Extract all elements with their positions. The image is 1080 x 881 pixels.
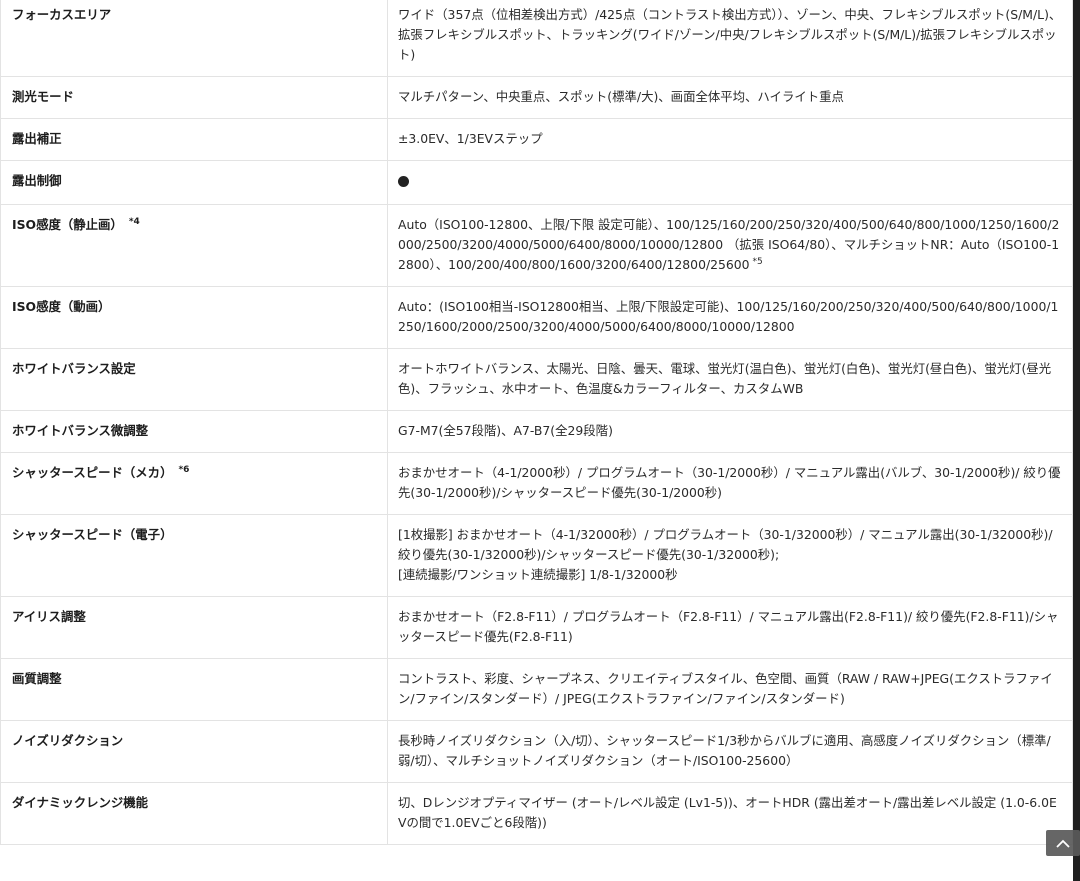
table-row: ダイナミックレンジ機能 切、Dレンジオプティマイザー (オート/レベル設定 (L… xyxy=(0,782,1073,845)
spec-page: フォーカスエリア ワイド（357点（位相差検出方式）/425点（コントラスト検出… xyxy=(0,0,1080,881)
row-value: おまかせオート（F2.8-F11）/ プログラムオート（F2.8-F11）/ マ… xyxy=(387,596,1073,659)
row-value: おまかせオート（4-1/2000秒）/ プログラムオート（30-1/2000秒）… xyxy=(387,452,1073,515)
row-value: Auto（ISO100-12800、上限/下限 設定可能）、100/125/16… xyxy=(387,204,1073,287)
row-value: ワイド（357点（位相差検出方式）/425点（コントラスト検出方式））、ゾーン、… xyxy=(387,0,1073,77)
table-row: 露出補正 ±3.0EV、1/3EVステップ xyxy=(0,118,1073,161)
row-label: ホワイトバランス設定 xyxy=(0,348,388,411)
table-row: 露出制御 xyxy=(0,160,1073,205)
row-label: ISO感度（静止画） *4 xyxy=(0,204,388,287)
row-label: ノイズリダクション xyxy=(0,720,388,783)
row-label: 露出制御 xyxy=(0,160,388,205)
row-value xyxy=(387,160,1073,205)
footnote-marker: *4 xyxy=(128,216,140,227)
scroll-to-top-button[interactable] xyxy=(1046,830,1080,856)
table-row: ISO感度（動画） Auto：(ISO100相当-ISO12800相当、上限/下… xyxy=(0,286,1073,349)
table-row: ホワイトバランス微調整 G7-M7(全57段階)、A7-B7(全29段階) xyxy=(0,410,1073,453)
chevron-up-icon xyxy=(1056,839,1070,848)
row-value: Auto：(ISO100相当-ISO12800相当、上限/下限設定可能)、100… xyxy=(387,286,1073,349)
row-label: ダイナミックレンジ機能 xyxy=(0,782,388,845)
footnote-marker: *6 xyxy=(178,464,190,475)
row-label: 測光モード xyxy=(0,76,388,119)
row-value: ±3.0EV、1/3EVステップ xyxy=(387,118,1073,161)
table-row: ISO感度（静止画） *4 Auto（ISO100-12800、上限/下限 設定可… xyxy=(0,204,1073,287)
row-value: [1枚撮影] おまかせオート（4-1/32000秒）/ プログラムオート（30-… xyxy=(387,514,1073,597)
row-label: ホワイトバランス微調整 xyxy=(0,410,388,453)
scrollbar-track[interactable] xyxy=(1073,0,1080,881)
row-label: アイリス調整 xyxy=(0,596,388,659)
row-value: マルチパターン、中央重点、スポット(標準/大)、画面全体平均、ハイライト重点 xyxy=(387,76,1073,119)
table-row: ノイズリダクション 長秒時ノイズリダクション（入/切）、シャッタースピード1/3… xyxy=(0,720,1073,783)
row-label: ISO感度（動画） xyxy=(0,286,388,349)
footnote-marker: *5 xyxy=(752,256,763,267)
row-value: コントラスト、彩度、シャープネス、クリエイティブスタイル、色空間、画質（RAW … xyxy=(387,658,1073,721)
row-label: シャッタースピード（電子） xyxy=(0,514,388,597)
spec-table: フォーカスエリア ワイド（357点（位相差検出方式）/425点（コントラスト検出… xyxy=(0,0,1073,845)
table-row: フォーカスエリア ワイド（357点（位相差検出方式）/425点（コントラスト検出… xyxy=(0,0,1073,77)
table-row: 画質調整 コントラスト、彩度、シャープネス、クリエイティブスタイル、色空間、画質… xyxy=(0,658,1073,721)
row-value: オートホワイトバランス、太陽光、日陰、曇天、電球、蛍光灯(温白色)、蛍光灯(白色… xyxy=(387,348,1073,411)
row-label: 画質調整 xyxy=(0,658,388,721)
row-label: フォーカスエリア xyxy=(0,0,388,77)
row-value: G7-M7(全57段階)、A7-B7(全29段階) xyxy=(387,410,1073,453)
row-label: 露出補正 xyxy=(0,118,388,161)
row-label: シャッタースピード（メカ） *6 xyxy=(0,452,388,515)
availability-dot xyxy=(398,176,409,187)
table-row: シャッタースピード（電子） [1枚撮影] おまかせオート（4-1/32000秒）… xyxy=(0,514,1073,597)
table-row: シャッタースピード（メカ） *6 おまかせオート（4-1/2000秒）/ プログラ… xyxy=(0,452,1073,515)
table-row: アイリス調整 おまかせオート（F2.8-F11）/ プログラムオート（F2.8-… xyxy=(0,596,1073,659)
row-value: 切、Dレンジオプティマイザー (オート/レベル設定 (Lv1-5))、オートHD… xyxy=(387,782,1073,845)
table-row: 測光モード マルチパターン、中央重点、スポット(標準/大)、画面全体平均、ハイラ… xyxy=(0,76,1073,119)
row-value: 長秒時ノイズリダクション（入/切）、シャッタースピード1/3秒からバルブに適用、… xyxy=(387,720,1073,783)
table-row: ホワイトバランス設定 オートホワイトバランス、太陽光、日陰、曇天、電球、蛍光灯(… xyxy=(0,348,1073,411)
